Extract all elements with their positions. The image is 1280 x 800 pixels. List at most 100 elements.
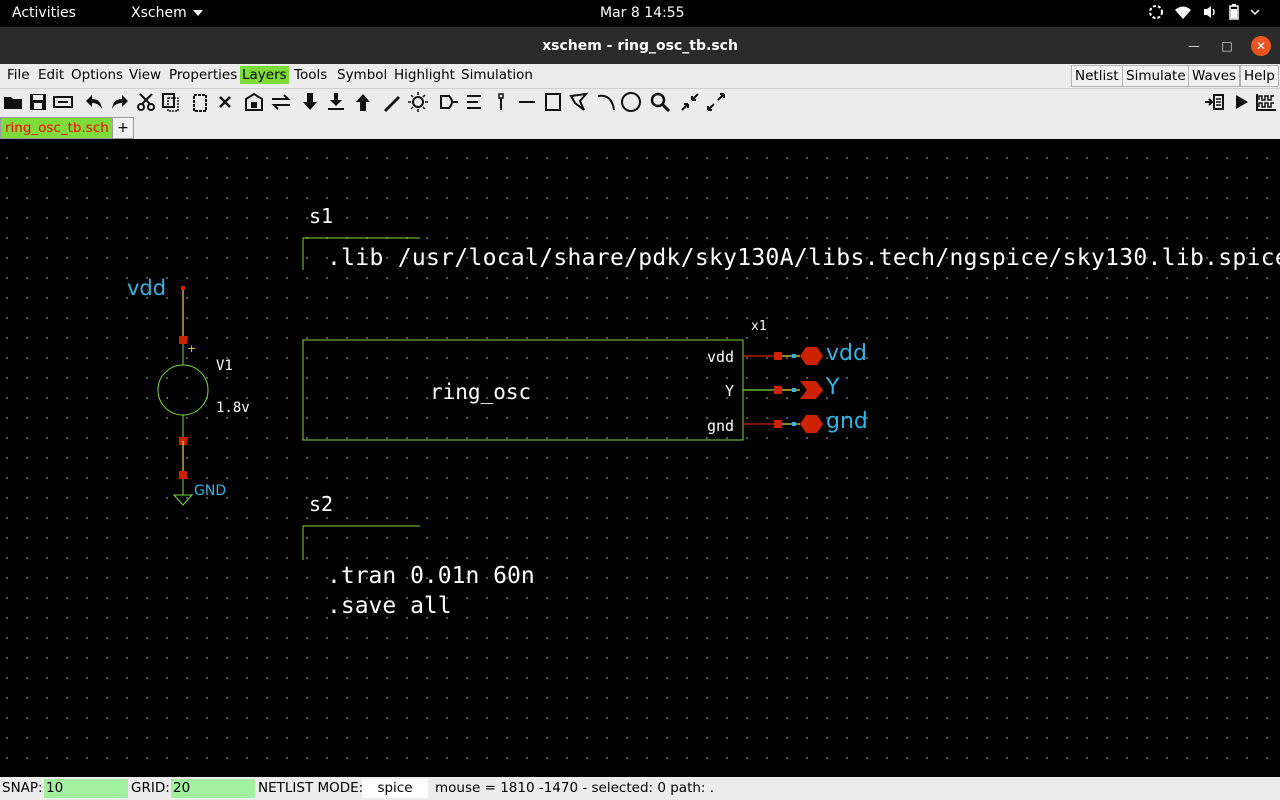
delete-icon[interactable]: [214, 91, 236, 113]
bus-icon[interactable]: [463, 91, 485, 113]
paste-icon[interactable]: [189, 91, 211, 113]
help-button[interactable]: Help: [1240, 65, 1279, 87]
tab-bar: ring_osc_tb.sch +: [0, 115, 1280, 139]
reload-icon[interactable]: [52, 91, 74, 113]
waves-button[interactable]: Waves: [1188, 65, 1241, 87]
descend-symbol-icon[interactable]: [325, 91, 347, 113]
new-tab-button[interactable]: +: [112, 117, 134, 139]
netlist-mode-label: NETLIST MODE:: [258, 780, 364, 796]
clock[interactable]: Mar 8 14:55: [600, 5, 685, 21]
arc-icon[interactable]: [595, 91, 617, 113]
zoom-full-icon[interactable]: [705, 91, 727, 113]
go-back-icon[interactable]: [352, 91, 374, 113]
status-bar: SNAP: 10 GRID: 20 NETLIST MODE: spice mo…: [0, 777, 1280, 800]
vdd-net-label: vdd: [127, 276, 167, 300]
gnd-pin: [179, 471, 187, 479]
app-menu[interactable]: Xschem: [131, 5, 203, 21]
voltage-source-symbol: [157, 364, 209, 416]
maximize-icon[interactable]: □: [1217, 36, 1237, 56]
s2-code-bracket: [302, 525, 420, 560]
menu-simulation[interactable]: Simulation: [460, 67, 534, 83]
menu-symbol[interactable]: Symbol: [336, 67, 388, 83]
netlist-button[interactable]: Netlist: [1071, 65, 1123, 87]
port-gnd-shape: [800, 415, 823, 433]
redo-icon[interactable]: [109, 91, 131, 113]
status-info: mouse = 1810 -1470 - selected: 0 path: .: [435, 780, 715, 796]
zoom-in-icon[interactable]: [679, 91, 701, 113]
pin-y-marker: [774, 386, 782, 394]
net-label-icon[interactable]: [437, 91, 459, 113]
undo-icon[interactable]: [83, 91, 105, 113]
zoom-icon[interactable]: [649, 91, 671, 113]
minimize-icon[interactable]: —: [1184, 36, 1204, 56]
line-icon[interactable]: [516, 91, 538, 113]
app-menu-label: Xschem: [131, 5, 187, 21]
flip-icon[interactable]: [270, 91, 292, 113]
descend-icon[interactable]: [299, 91, 321, 113]
source-pin-plus: [179, 336, 187, 344]
schematic-drawing: [157, 237, 823, 560]
volume-icon: [1204, 6, 1215, 18]
s2-code-line2: .save all: [327, 593, 452, 619]
wifi-icon: [1175, 6, 1191, 19]
gnome-top-bar: Activities Xschem Mar 8 14:55: [0, 0, 1280, 27]
menu-tools[interactable]: Tools: [293, 67, 328, 83]
menu-file[interactable]: File: [6, 67, 31, 83]
menu-highlight[interactable]: Highlight: [393, 67, 456, 83]
accessibility-icon: [1149, 5, 1163, 19]
snap-input[interactable]: 10: [44, 779, 128, 798]
instance-name: x1: [751, 319, 767, 334]
window-title: xschem - ring_osc_tb.sch: [542, 38, 738, 54]
insert-symbol-icon[interactable]: [243, 91, 265, 113]
rectangle-icon[interactable]: [542, 91, 564, 113]
window-titlebar: xschem - ring_osc_tb.sch — □ ✕: [0, 27, 1280, 64]
netlist-mode-value[interactable]: spice: [362, 779, 428, 798]
wire-pen-icon[interactable]: [381, 91, 403, 113]
menu-edit[interactable]: Edit: [37, 67, 65, 83]
symbol-name: ring_osc: [430, 380, 532, 404]
activities-button[interactable]: Activities: [12, 5, 76, 21]
copy-icon[interactable]: [159, 91, 181, 113]
grid-input[interactable]: 20: [171, 779, 255, 798]
port-label-y: Y: [826, 375, 840, 400]
battery-icon: [1229, 4, 1239, 20]
pin-vdd-marker: [774, 352, 782, 360]
menubar: File Edit Options View Properties Layers…: [0, 64, 1280, 89]
port-vdd-dot: [792, 354, 796, 358]
menu-options[interactable]: Options: [70, 67, 124, 83]
pin-icon[interactable]: [490, 91, 512, 113]
save-icon[interactable]: [27, 91, 49, 113]
open-folder-icon[interactable]: [2, 91, 24, 113]
port-gnd-dot: [792, 422, 796, 426]
s1-label: s1: [309, 204, 334, 228]
system-tray[interactable]: [1148, 4, 1260, 20]
source-name: V1: [216, 358, 233, 374]
simulate-button[interactable]: Simulate: [1122, 65, 1190, 87]
highlight-icon[interactable]: [407, 91, 429, 113]
pin-label-gnd: gnd: [707, 417, 735, 435]
source-plus-sign: +: [187, 342, 197, 355]
circle-icon[interactable]: [620, 91, 642, 113]
cut-icon[interactable]: [135, 91, 157, 113]
waveform-icon[interactable]: [1255, 91, 1277, 113]
play-icon[interactable]: [1230, 91, 1252, 113]
pin-gnd-marker: [774, 420, 782, 428]
tab-list-icon[interactable]: [1203, 91, 1225, 113]
pin-label-vdd: vdd: [707, 348, 735, 366]
s2-code-line1: .tran 0.01n 60n: [327, 563, 535, 589]
menu-properties[interactable]: Properties: [168, 67, 238, 83]
gnd-net-label: GND: [194, 483, 227, 499]
s2-label: s2: [309, 492, 334, 516]
tab-ring-osc-tb[interactable]: ring_osc_tb.sch: [0, 117, 114, 139]
system-menu-chevron-icon: [1250, 9, 1260, 16]
menu-layers[interactable]: Layers: [240, 66, 289, 84]
port-vdd-shape: [800, 347, 823, 365]
schematic-canvas[interactable]: s1 .lib /usr/local/share/pdk/sky130A/lib…: [0, 139, 1280, 777]
port-y-dot: [792, 388, 796, 392]
polygon-icon[interactable]: [568, 91, 590, 113]
menu-view[interactable]: View: [128, 67, 162, 83]
close-icon[interactable]: ✕: [1251, 36, 1271, 56]
port-label-vdd: vdd: [826, 341, 867, 366]
snap-label: SNAP:: [2, 780, 43, 796]
chevron-down-icon: [192, 10, 203, 16]
